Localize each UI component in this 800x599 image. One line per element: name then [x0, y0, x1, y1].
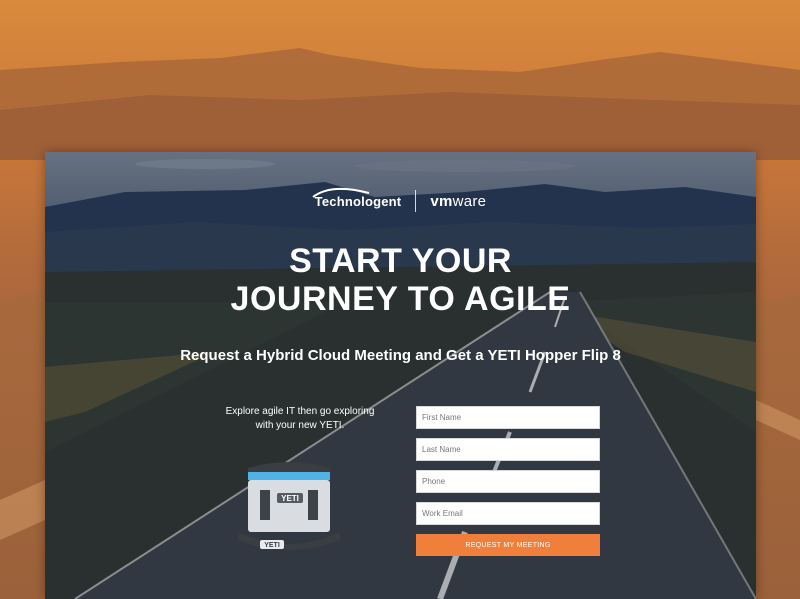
promo-text-line-2: with your new YETI. [255, 420, 345, 431]
vmware-logo: vmware [416, 193, 486, 210]
work-email-field[interactable] [416, 502, 600, 525]
technologent-logo-icon [312, 187, 369, 198]
page-headline: START YOUR JOURNEY TO AGILE [45, 242, 756, 318]
vmware-logo-suffix: ware [452, 192, 487, 210]
technologent-logo: Technologent [312, 187, 416, 209]
last-name-field[interactable] [416, 438, 600, 461]
request-meeting-button[interactable]: REQUEST MY MEETING [416, 534, 600, 556]
landing-card: Technologent vmware START YOUR JOURNEY T… [45, 152, 756, 599]
vmware-logo-prefix: vm [430, 192, 453, 210]
yeti-cooler-icon: YETI YETI [238, 462, 340, 550]
road-scene-image [45, 152, 756, 599]
headline-line-2: JOURNEY TO AGILE [230, 280, 571, 318]
svg-text:YETI: YETI [281, 494, 299, 503]
promo-text-line-1: Explore agile IT then go exploring [225, 406, 375, 417]
headline-line-1: START YOUR [289, 242, 512, 280]
first-name-field[interactable] [416, 406, 600, 429]
phone-field[interactable] [416, 470, 600, 493]
meeting-request-form: REQUEST MY MEETING [416, 406, 600, 556]
brand-logos: Technologent vmware [45, 187, 756, 212]
svg-text:YETI: YETI [264, 542, 280, 549]
page-subheadline: Request a Hybrid Cloud Meeting and Get a… [180, 347, 621, 364]
promo-text: Explore agile IT then go exploring with … [205, 405, 395, 433]
